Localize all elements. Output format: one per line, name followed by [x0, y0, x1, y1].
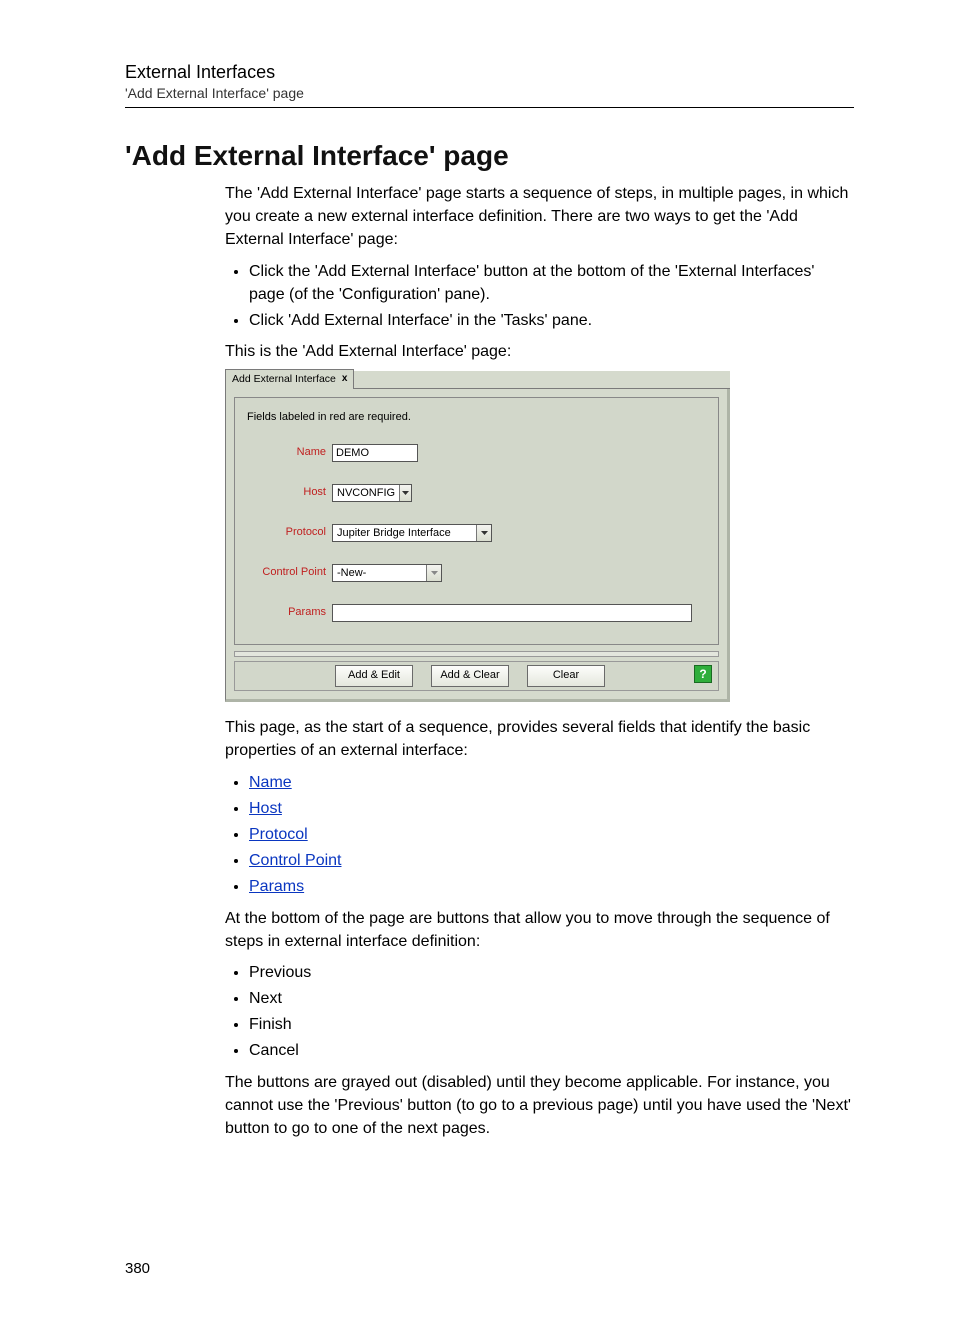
- row-protocol: Protocol Jupiter Bridge Interface: [247, 524, 706, 542]
- list-item: Finish: [249, 1013, 854, 1036]
- label-control-point: Control Point: [247, 565, 332, 581]
- nav-buttons-list: Previous Next Finish Cancel: [225, 961, 854, 1063]
- list-item: Next: [249, 987, 854, 1010]
- closing-paragraph: The buttons are grayed out (disabled) un…: [225, 1071, 854, 1141]
- list-item: Click the 'Add External Interface' butto…: [249, 260, 854, 306]
- protocol-value: Jupiter Bridge Interface: [333, 525, 476, 541]
- chevron-down-icon[interactable]: [426, 565, 441, 581]
- list-item: Previous: [249, 961, 854, 984]
- host-dropdown[interactable]: NVCONFIG: [332, 484, 412, 502]
- link-control-point[interactable]: Control Point: [249, 852, 342, 869]
- after-figure-paragraph: This page, as the start of a sequence, p…: [225, 716, 854, 762]
- link-host[interactable]: Host: [249, 800, 282, 817]
- chapter-subtitle: 'Add External Interface' page: [125, 85, 854, 101]
- row-params: Params: [247, 604, 706, 622]
- form-panel: Fields labeled in red are required. Name…: [234, 397, 719, 645]
- label-host: Host: [247, 485, 332, 501]
- add-clear-button[interactable]: Add & Clear: [431, 665, 509, 687]
- list-item: Control Point: [249, 849, 854, 872]
- intro-bullet-list: Click the 'Add External Interface' butto…: [225, 260, 854, 333]
- help-icon[interactable]: ?: [694, 665, 712, 683]
- list-item: Name: [249, 771, 854, 794]
- control-point-value: -New-: [333, 565, 426, 581]
- running-header: External Interfaces 'Add External Interf…: [125, 62, 854, 108]
- control-point-dropdown[interactable]: -New-: [332, 564, 442, 582]
- list-item: Click 'Add External Interface' in the 'T…: [249, 309, 854, 332]
- tab-add-external-interface[interactable]: Add External Interface x: [225, 369, 354, 389]
- clear-button[interactable]: Clear: [527, 665, 605, 687]
- label-params: Params: [247, 605, 332, 621]
- add-edit-button[interactable]: Add & Edit: [335, 665, 413, 687]
- button-row: Add & Edit Add & Clear Clear ?: [234, 661, 719, 691]
- host-value: NVCONFIG: [333, 485, 399, 501]
- figure-lead-in: This is the 'Add External Interface' pag…: [225, 340, 854, 363]
- chapter-title: External Interfaces: [125, 62, 854, 83]
- page-number: 380: [125, 1260, 854, 1277]
- link-protocol[interactable]: Protocol: [249, 826, 308, 843]
- app-body: Fields labeled in red are required. Name…: [225, 389, 730, 702]
- protocol-dropdown[interactable]: Jupiter Bridge Interface: [332, 524, 492, 542]
- params-field[interactable]: [332, 604, 692, 622]
- label-protocol: Protocol: [247, 525, 332, 541]
- label-name: Name: [247, 445, 332, 461]
- link-params[interactable]: Params: [249, 878, 304, 895]
- list-item: Params: [249, 875, 854, 898]
- row-host: Host NVCONFIG: [247, 484, 706, 502]
- row-name: Name: [247, 444, 706, 462]
- divider: [234, 651, 719, 657]
- tab-label: Add External Interface: [232, 372, 336, 387]
- screenshot-figure: Add External Interface x Fields labeled …: [225, 371, 730, 702]
- row-control-point: Control Point -New-: [247, 564, 706, 582]
- chevron-down-icon[interactable]: [399, 485, 411, 501]
- field-link-list: Name Host Protocol Control Point Params: [225, 771, 854, 899]
- tab-bar: Add External Interface x: [225, 371, 730, 389]
- tab-bar-fill: [354, 371, 730, 389]
- buttons-paragraph: At the bottom of the page are buttons th…: [225, 907, 854, 953]
- close-icon[interactable]: x: [342, 372, 348, 387]
- intro-paragraph: The 'Add External Interface' page starts…: [225, 182, 854, 252]
- list-item: Protocol: [249, 823, 854, 846]
- list-item: Host: [249, 797, 854, 820]
- name-field[interactable]: [332, 444, 418, 462]
- list-item: Cancel: [249, 1039, 854, 1062]
- required-note: Fields labeled in red are required.: [247, 410, 706, 426]
- page-title: 'Add External Interface' page: [125, 140, 854, 172]
- chevron-down-icon[interactable]: [476, 525, 491, 541]
- link-name[interactable]: Name: [249, 774, 292, 791]
